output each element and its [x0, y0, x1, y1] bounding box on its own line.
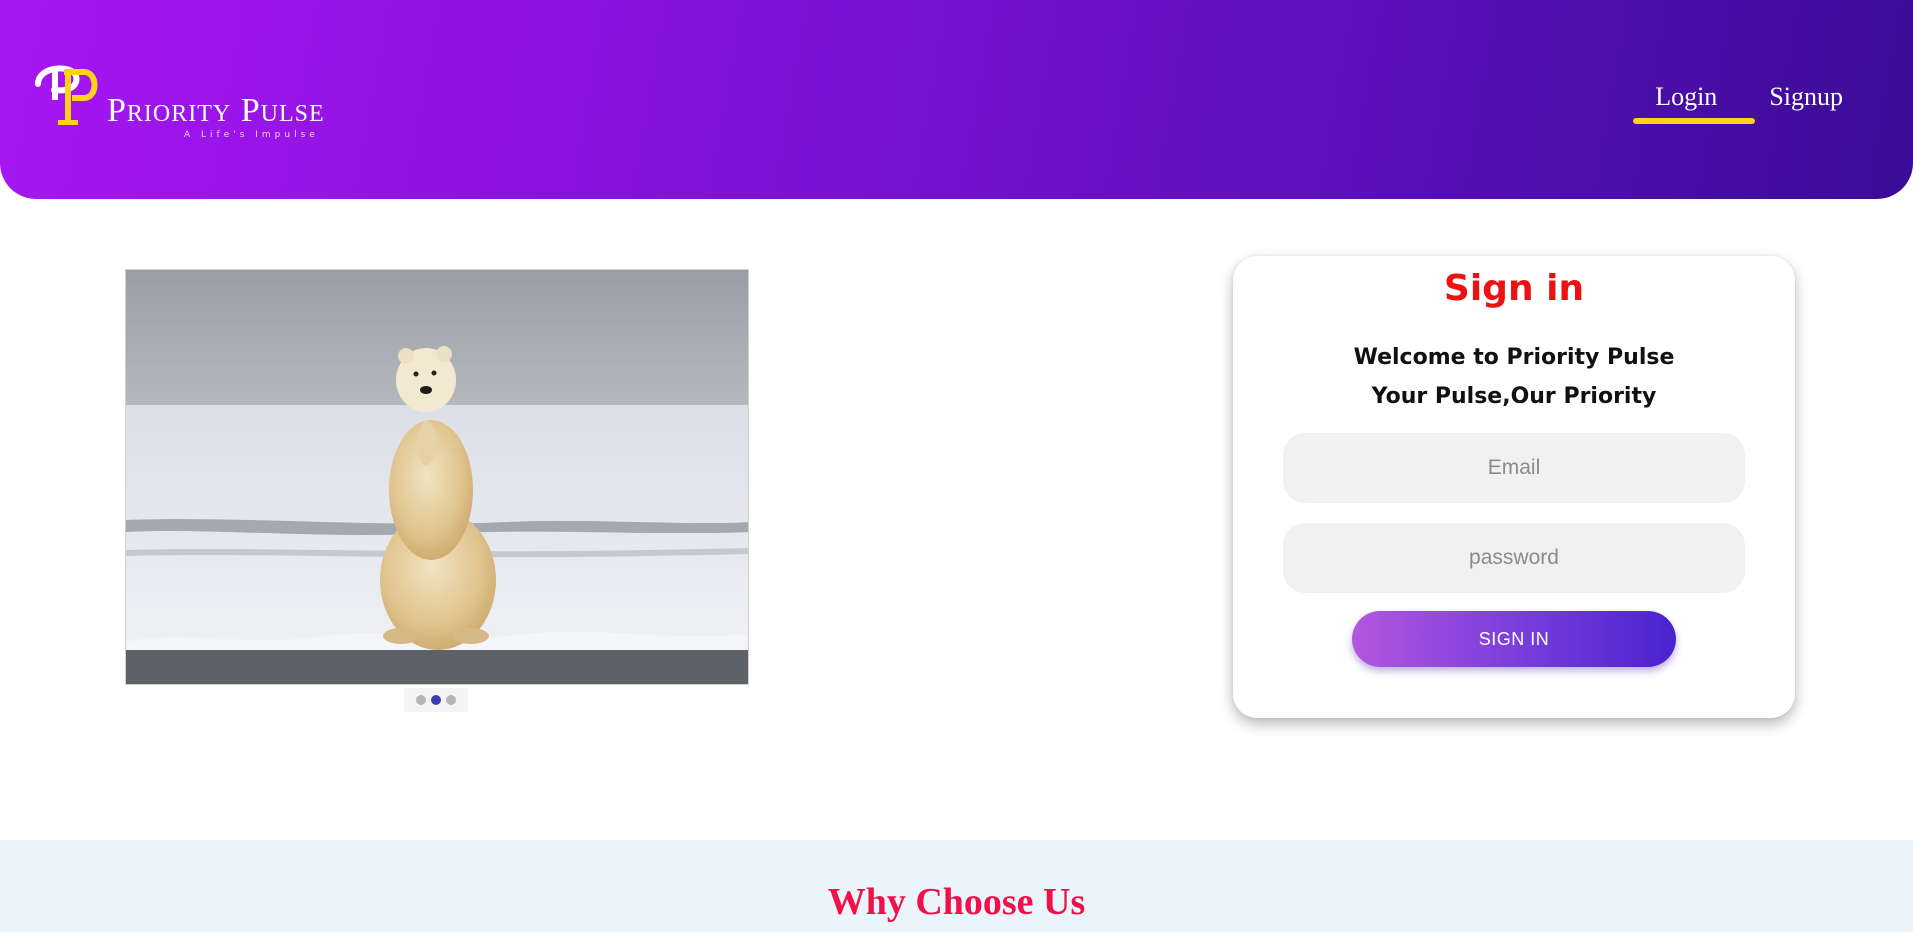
main-nav: Login Signup: [1633, 82, 1847, 124]
polar-bear-image: [126, 270, 748, 684]
carousel-dot-active[interactable]: [431, 695, 441, 705]
brand-tagline: A Life's Impulse: [184, 130, 319, 140]
signin-title: Sign in: [1443, 268, 1585, 309]
carousel-dot[interactable]: [416, 695, 426, 705]
why-choose-us-heading: Why Choose Us: [827, 881, 1086, 923]
welcome-message: Welcome to Priority Pulse Your Pulse,Our…: [1233, 338, 1795, 416]
slogan-line: Your Pulse,Our Priority: [1371, 384, 1657, 409]
signin-card: Sign in Welcome to Priority Pulse Your P…: [1233, 256, 1795, 718]
logo-monogram-icon: [35, 65, 98, 125]
brand-logo[interactable]: Priority Pulse A Life's Impulse: [32, 58, 362, 140]
carousel-dot[interactable]: [446, 695, 456, 705]
image-carousel[interactable]: [125, 269, 749, 685]
carousel-indicators: [404, 688, 468, 712]
nav-signup-link[interactable]: Signup: [1765, 82, 1847, 112]
signin-button[interactable]: SIGN IN: [1352, 611, 1676, 667]
top-header: Priority Pulse A Life's Impulse Login Si…: [0, 0, 1913, 199]
email-input[interactable]: [1283, 433, 1745, 503]
brand-name: Priority Pulse: [107, 92, 325, 129]
why-choose-us-section: Why Choose Us: [0, 840, 1913, 932]
password-input[interactable]: [1283, 523, 1745, 593]
nav-login-link[interactable]: Login: [1633, 82, 1756, 124]
welcome-line: Welcome to Priority Pulse: [1353, 345, 1675, 370]
